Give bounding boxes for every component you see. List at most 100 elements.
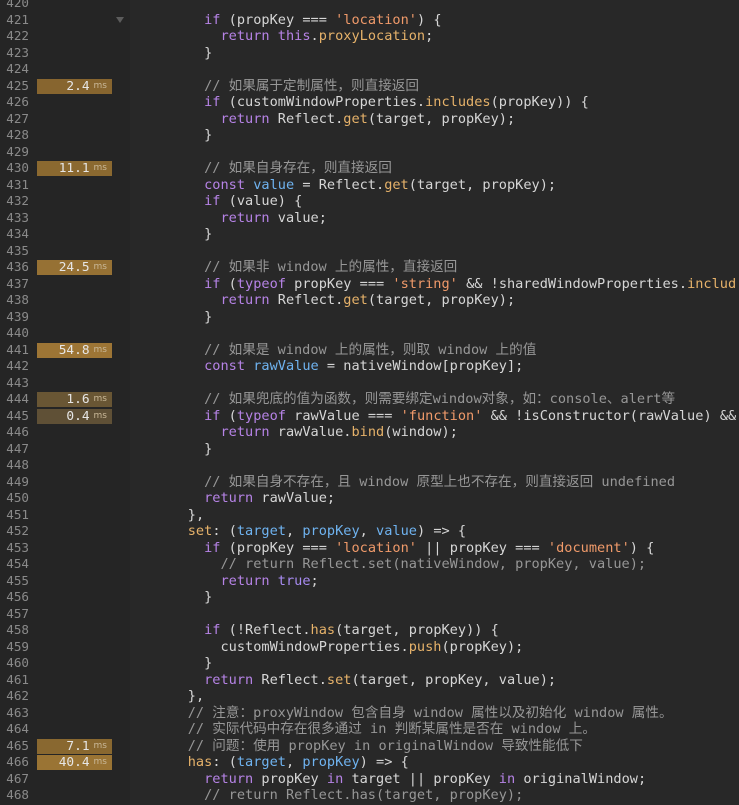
line-number[interactable]: 465 xyxy=(0,738,29,755)
code-text[interactable]: if (!Reflect.has(target, propKey)) { xyxy=(155,622,739,639)
line-number[interactable]: 441 xyxy=(0,342,29,359)
line-number[interactable]: 456 xyxy=(0,589,29,606)
code-text[interactable]: if (propKey === 'location') { xyxy=(155,12,739,29)
code-text[interactable]: // 实际代码中存在很多通过 in 判断某属性是否在 window 上。 xyxy=(155,721,739,738)
line-number[interactable]: 445 xyxy=(0,408,29,425)
code-text[interactable]: if (typeof rawValue === 'function' && !i… xyxy=(155,408,739,425)
line-number[interactable]: 442 xyxy=(0,358,29,375)
code-text[interactable]: return this.proxyLocation; xyxy=(155,28,739,45)
code-text[interactable]: return Reflect.set(target, propKey, valu… xyxy=(155,672,739,689)
code-text[interactable]: // 如果是 window 上的属性，则取 window 上的值 xyxy=(155,342,739,359)
code-text[interactable]: customWindowProperties.push(propKey); xyxy=(155,639,739,656)
line-number[interactable]: 454 xyxy=(0,556,29,573)
line-number[interactable]: 447 xyxy=(0,441,29,458)
code-text[interactable]: const value = Reflect.get(target, propKe… xyxy=(155,177,739,194)
code-text[interactable]: } xyxy=(155,655,739,672)
code-editor[interactable]: 420 421 if (propKey === 'location') {422 … xyxy=(0,0,739,805)
line-number[interactable]: 437 xyxy=(0,276,29,293)
line-number[interactable]: 444 xyxy=(0,391,29,408)
line-number[interactable]: 432 xyxy=(0,193,29,210)
line-number[interactable]: 438 xyxy=(0,292,29,309)
code-text[interactable]: return true; xyxy=(155,573,739,590)
code-text[interactable]: } xyxy=(155,226,739,243)
code-text[interactable]: return Reflect.get(target, propKey); xyxy=(155,111,739,128)
line-number[interactable]: 440 xyxy=(0,325,29,342)
code-text[interactable]: return rawValue; xyxy=(155,490,739,507)
code-text[interactable] xyxy=(155,325,739,342)
line-number[interactable]: 460 xyxy=(0,655,29,672)
line-number[interactable]: 443 xyxy=(0,375,29,392)
code-text[interactable] xyxy=(155,243,739,260)
line-number[interactable]: 452 xyxy=(0,523,29,540)
code-text[interactable]: if (typeof propKey === 'string' && !shar… xyxy=(155,276,739,293)
line-number[interactable]: 428 xyxy=(0,127,29,144)
line-number[interactable]: 425 xyxy=(0,78,29,95)
code-text[interactable]: return value; xyxy=(155,210,739,227)
line-number[interactable]: 457 xyxy=(0,606,29,623)
code-text[interactable]: // return Reflect.has(target, propKey); xyxy=(155,787,739,804)
code-text[interactable]: // 如果自身不存在，且 window 原型上也不存在，则直接返回 undefi… xyxy=(155,474,739,491)
line-number[interactable]: 439 xyxy=(0,309,29,326)
line-number[interactable]: 451 xyxy=(0,507,29,524)
code-text[interactable] xyxy=(155,144,739,161)
code-text[interactable]: } xyxy=(155,45,739,62)
line-number[interactable]: 422 xyxy=(0,28,29,45)
line-number[interactable]: 463 xyxy=(0,705,29,722)
code-text[interactable]: // 如果属于定制属性，则直接返回 xyxy=(155,78,739,95)
code-text[interactable]: // 问题：使用 propKey in originalWindow 导致性能低… xyxy=(155,738,739,755)
line-number[interactable]: 449 xyxy=(0,474,29,491)
line-number[interactable]: 448 xyxy=(0,457,29,474)
code-text[interactable]: set: (target, propKey, value) => { xyxy=(155,523,739,540)
line-number[interactable]: 434 xyxy=(0,226,29,243)
code-text[interactable]: } xyxy=(155,589,739,606)
line-number[interactable]: 427 xyxy=(0,111,29,128)
code-text[interactable]: // 注意：proxyWindow 包含自身 window 属性以及初始化 wi… xyxy=(155,705,739,722)
code-text[interactable]: if (value) { xyxy=(155,193,739,210)
code-text[interactable]: return Reflect.get(target, propKey); xyxy=(155,292,739,309)
line-number[interactable]: 453 xyxy=(0,540,29,557)
line-number[interactable]: 462 xyxy=(0,688,29,705)
code-text[interactable] xyxy=(155,375,739,392)
fold-triangle-down-icon[interactable] xyxy=(116,16,124,23)
code-text[interactable] xyxy=(155,457,739,474)
line-number[interactable]: 423 xyxy=(0,45,29,62)
code-text[interactable]: // return Reflect.set(nativeWindow, prop… xyxy=(155,556,739,573)
line-number[interactable]: 433 xyxy=(0,210,29,227)
code-text[interactable]: }, xyxy=(155,688,739,705)
code-text[interactable] xyxy=(155,0,739,12)
code-text[interactable]: has: (target, propKey) => { xyxy=(155,754,739,771)
code-text[interactable]: if (propKey === 'location' || propKey ==… xyxy=(155,540,739,557)
line-number[interactable]: 421 xyxy=(0,12,29,29)
code-text[interactable]: return rawValue.bind(window); xyxy=(155,424,739,441)
code-text[interactable]: }, xyxy=(155,507,739,524)
code-text[interactable]: // 如果自身存在，则直接返回 xyxy=(155,160,739,177)
line-number[interactable]: 466 xyxy=(0,754,29,771)
line-number[interactable]: 461 xyxy=(0,672,29,689)
code-text[interactable]: const rawValue = nativeWindow[propKey]; xyxy=(155,358,739,375)
code-text[interactable]: } xyxy=(155,309,739,326)
line-number[interactable]: 468 xyxy=(0,787,29,804)
line-number[interactable]: 430 xyxy=(0,160,29,177)
line-number[interactable]: 420 xyxy=(0,0,29,12)
code-text[interactable]: // 如果非 window 上的属性，直接返回 xyxy=(155,259,739,276)
line-number[interactable]: 435 xyxy=(0,243,29,260)
line-number[interactable]: 429 xyxy=(0,144,29,161)
line-number[interactable]: 467 xyxy=(0,771,29,788)
line-number[interactable]: 455 xyxy=(0,573,29,590)
line-number[interactable]: 458 xyxy=(0,622,29,639)
code-text[interactable]: // 如果兜底的值为函数，则需要绑定window对象，如：console、ale… xyxy=(155,391,739,408)
code-text[interactable] xyxy=(155,61,739,78)
code-text[interactable]: if (customWindowProperties.includes(prop… xyxy=(155,94,739,111)
line-number[interactable]: 431 xyxy=(0,177,29,194)
line-number[interactable]: 426 xyxy=(0,94,29,111)
line-number[interactable]: 450 xyxy=(0,490,29,507)
line-number[interactable]: 446 xyxy=(0,424,29,441)
line-number[interactable]: 459 xyxy=(0,639,29,656)
line-number[interactable]: 464 xyxy=(0,721,29,738)
code-text[interactable]: } xyxy=(155,127,739,144)
code-text[interactable] xyxy=(155,606,739,623)
line-number[interactable]: 436 xyxy=(0,259,29,276)
code-text[interactable]: } xyxy=(155,441,739,458)
line-number[interactable]: 424 xyxy=(0,61,29,78)
code-text[interactable]: return propKey in target || propKey in o… xyxy=(155,771,739,788)
